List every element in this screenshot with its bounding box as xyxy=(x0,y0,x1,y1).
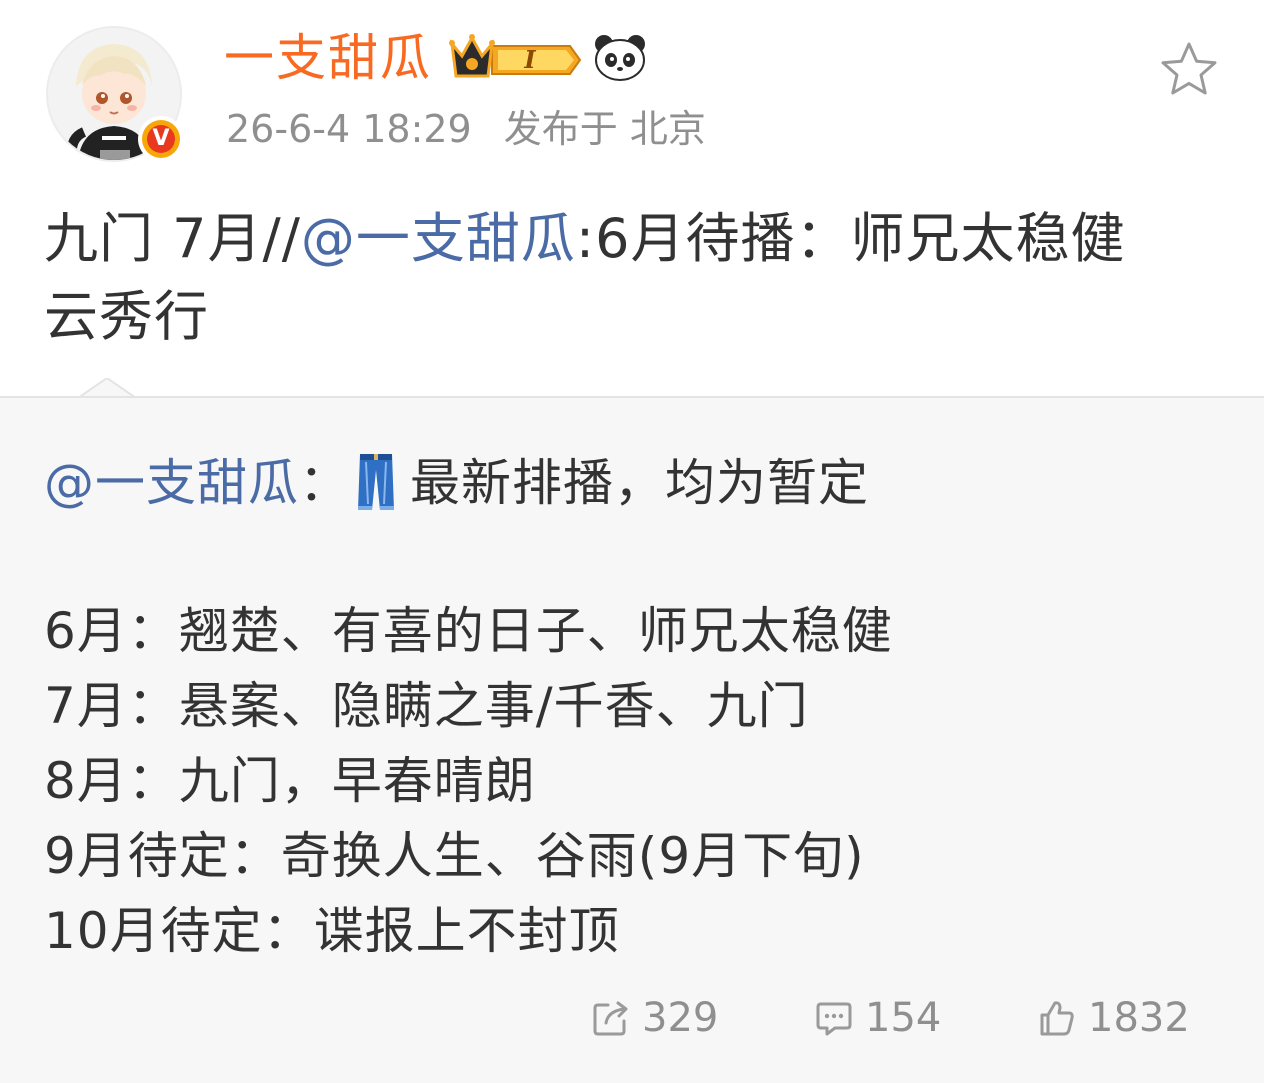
list-item: 10月待定：谍报上不封顶 xyxy=(44,902,620,960)
share-count: 329 xyxy=(642,995,719,1041)
comment-icon xyxy=(816,1002,852,1036)
post-mention-link[interactable]: @一支甜瓜 xyxy=(301,207,576,270)
post-meta: 26-6-4 18:29 发布于 北京 xyxy=(226,104,738,154)
repost-action-bar: 329 154 1832 xyxy=(0,988,1264,1048)
post-header: V 一支甜瓜 I 26-6-4 18:29 发布于 北京 xyxy=(0,0,1264,180)
post-body: 九门 7月//@一支甜瓜:6月待播：师兄太稳健 云秀行 xyxy=(44,200,1224,356)
schedule-list: 6月：翘楚、有喜的日子、师兄太稳健 7月：悬案、隐瞒之事/千香、九门 8月：九门… xyxy=(44,594,893,969)
like-count: 1832 xyxy=(1088,995,1190,1041)
post-location: 发布于 北京 xyxy=(503,107,706,151)
vip-crown-badge-icon[interactable]: I xyxy=(448,32,582,84)
comment-button[interactable]: 154 xyxy=(815,988,941,1048)
repost-separator: ： xyxy=(299,454,350,512)
repost-mention-link[interactable]: @一支甜瓜 xyxy=(44,454,299,512)
favorite-star-icon[interactable] xyxy=(1158,40,1220,98)
svg-text:I: I xyxy=(523,45,536,74)
list-item: 9月待定：奇换人生、谷雨(9月下旬) xyxy=(44,827,865,885)
post-line2: 云秀行 xyxy=(44,285,209,348)
verified-badge-icon: V xyxy=(138,116,184,162)
list-item: 6月：翘楚、有喜的日子、师兄太稳健 xyxy=(44,602,893,660)
share-icon xyxy=(593,1001,628,1036)
post-time: 26-6-4 18:29 xyxy=(226,107,472,151)
post-prefix: 九门 7月// xyxy=(44,207,301,270)
repost-card[interactable]: @一支甜瓜： 最新排播，均为暂定 6月：翘楚、有喜的日子、师兄太稳健 7月：悬案… xyxy=(0,396,1264,1083)
panda-badge-icon[interactable] xyxy=(592,32,648,82)
share-button[interactable]: 329 xyxy=(592,988,718,1048)
comment-count: 154 xyxy=(865,995,942,1041)
repost-header: @一支甜瓜： 最新排播，均为暂定 xyxy=(44,448,869,518)
jeans-icon xyxy=(356,452,396,512)
repost-head-text: 最新排播，均为暂定 xyxy=(410,454,869,512)
avatar[interactable]: V xyxy=(46,26,184,162)
author-name[interactable]: 一支甜瓜 xyxy=(224,28,432,88)
like-button[interactable]: 1832 xyxy=(1038,988,1190,1048)
list-item: 8月：九门，早春晴朗 xyxy=(44,752,536,810)
thumbs-up-icon xyxy=(1040,1001,1074,1036)
list-item: 7月：悬案、隐瞒之事/千香、九门 xyxy=(44,677,809,735)
post-line1-rest: :6月待播：师兄太稳健 xyxy=(575,207,1126,270)
